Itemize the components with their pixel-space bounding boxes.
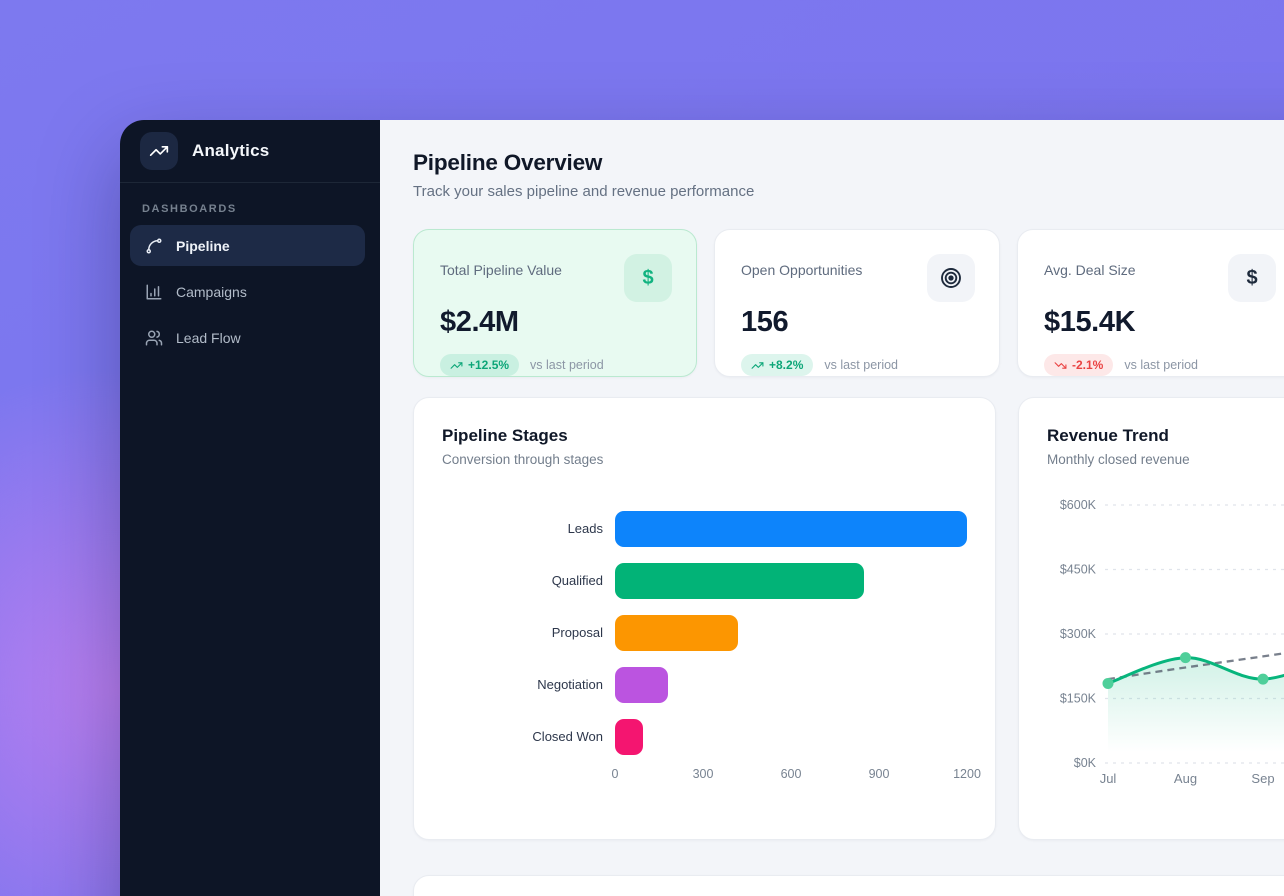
delta-value: -2.1% [1072,358,1103,372]
sidebar-item-pipeline[interactable]: Pipeline [130,225,365,266]
app-window: Analytics DASHBOARDS Pipeline Campaigns Le… [120,120,1284,896]
sidebar-item-label: Lead Flow [176,330,241,346]
sidebar-nav: Pipeline Campaigns Lead Flow [120,225,380,358]
bar-row-proposal: Proposal [442,607,967,659]
bar-category-label: Proposal [442,625,615,641]
svg-text:Jul: Jul [1100,771,1117,786]
svg-text:Sep: Sep [1251,771,1274,786]
delta-value: +12.5% [468,358,509,372]
svg-text:$300K: $300K [1060,627,1097,641]
x-axis-tick: 900 [869,767,890,781]
page-subtitle: Track your sales pipeline and revenue pe… [413,183,1284,200]
spline-icon [145,237,163,255]
delta-suffix: vs last period [530,358,604,372]
trending-up-icon [751,359,764,372]
bar-negotiation [615,667,668,703]
stat-value: $2.4M [440,306,672,339]
svg-text:Aug: Aug [1174,771,1197,786]
svg-text:$450K: $450K [1060,563,1097,577]
revenue-trend-card: Revenue Trend Monthly closed revenue $0K… [1018,397,1284,840]
sidebar-item-campaigns[interactable]: Campaigns [130,271,365,312]
revenue-trend-subtitle: Monthly closed revenue [1047,452,1284,467]
charts-row: Pipeline Stages Conversion through stage… [413,397,1284,840]
target-icon [927,254,975,302]
stat-card-open-opportunities[interactable]: Open Opportunities 156 +8.2% vs last per… [714,229,1000,377]
stat-value: 156 [741,306,975,339]
page-title: Pipeline Overview [413,150,1284,176]
bar-leads [615,511,967,547]
sidebar: Analytics DASHBOARDS Pipeline Campaigns Le… [120,120,380,896]
x-axis-tick: 1200 [953,767,981,781]
stat-label: Open Opportunities [741,254,862,278]
bar-chart-x-axis: 03006009001200 [442,767,967,785]
x-axis-tick: 300 [693,767,714,781]
pipeline-stages-card: Pipeline Stages Conversion through stage… [413,397,996,840]
trending-down-icon [1054,359,1067,372]
stat-label: Avg. Deal Size [1044,254,1136,278]
bar-proposal [615,615,738,651]
sidebar-divider [120,182,380,183]
app-name: Analytics [192,141,269,161]
bar-closed-won [615,719,643,755]
pipeline-stages-bar-chart: Leads Qualified Proposal Negotiation Clo… [442,503,967,763]
bar-row-qualified: Qualified [442,555,967,607]
delta-badge: +12.5% [440,354,519,376]
delta-suffix: vs last period [1124,358,1198,372]
users-icon [145,329,163,347]
sidebar-item-lead-flow[interactable]: Lead Flow [130,317,365,358]
main-content: Pipeline Overview Track your sales pipel… [380,120,1284,896]
bar-row-leads: Leads [442,503,967,555]
bottom-card [413,875,1284,896]
dollar-icon: $ [1228,254,1276,302]
sidebar-section-label: DASHBOARDS [142,203,380,215]
delta-badge: +8.2% [741,354,813,376]
svg-text:$150K: $150K [1060,692,1097,706]
bar-category-label: Closed Won [442,729,615,745]
stats-row: Total Pipeline Value $ $2.4M +12.5% vs l… [413,229,1284,377]
app-logo: Analytics [120,120,380,182]
pipeline-stages-subtitle: Conversion through stages [442,452,967,467]
sidebar-item-label: Pipeline [176,238,230,254]
chart-column-icon [145,283,163,301]
stat-label: Total Pipeline Value [440,254,562,278]
svg-text:$600K: $600K [1060,498,1097,512]
trending-up-icon [140,132,178,170]
x-axis-tick: 0 [612,767,619,781]
line-chart-svg: $0K $150K $300K $450K $600K Jul Aug Sep [1047,475,1284,793]
stat-card-total-pipeline-value[interactable]: Total Pipeline Value $ $2.4M +12.5% vs l… [413,229,697,377]
sidebar-item-label: Campaigns [176,284,247,300]
bar-qualified [615,563,864,599]
trending-up-icon [450,359,463,372]
revenue-trend-line-chart: $0K $150K $300K $450K $600K Jul Aug Sep [1047,475,1284,798]
pipeline-stages-title: Pipeline Stages [442,426,967,446]
revenue-trend-title: Revenue Trend [1047,426,1284,446]
stat-card-avg-deal-size[interactable]: Avg. Deal Size $ $15.4K -2.1% vs last pe… [1017,229,1284,377]
bar-category-label: Leads [442,521,615,537]
dollar-icon: $ [624,254,672,302]
bar-category-label: Qualified [442,573,615,589]
stat-value: $15.4K [1044,306,1276,339]
svg-text:$0K: $0K [1074,756,1097,770]
bar-row-negotiation: Negotiation [442,659,967,711]
x-axis-tick: 600 [781,767,802,781]
bar-row-closed-won: Closed Won [442,711,967,763]
bar-category-label: Negotiation [442,677,615,693]
delta-suffix: vs last period [824,358,898,372]
delta-value: +8.2% [769,358,803,372]
delta-badge: -2.1% [1044,354,1113,376]
